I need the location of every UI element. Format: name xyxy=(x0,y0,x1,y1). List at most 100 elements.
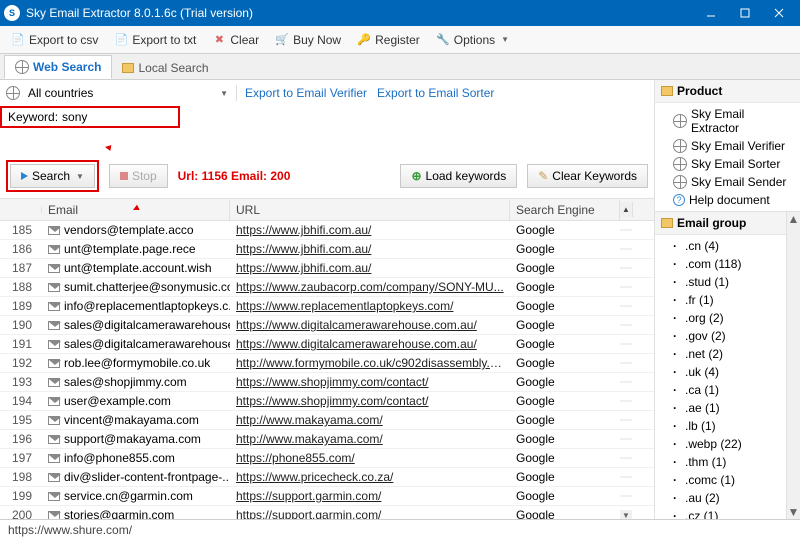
table-row[interactable]: 188 sumit.chatterjee@sonymusic.com https… xyxy=(0,278,654,297)
options-button[interactable]: 🔧Options▼ xyxy=(429,29,516,51)
table-row[interactable]: 187 unt@template.account.wish https://ww… xyxy=(0,259,654,278)
emailgroup-item[interactable]: .thm (1) xyxy=(655,453,786,471)
table-row[interactable]: 189 info@replacementlaptopkeys.c... http… xyxy=(0,297,654,316)
scrollbar-track[interactable] xyxy=(620,324,632,326)
tab-local-search[interactable]: Local Search xyxy=(112,57,218,79)
cell-url[interactable]: https://www.pricecheck.co.za/ xyxy=(230,469,510,485)
export-sorter-link[interactable]: Export to Email Sorter xyxy=(377,86,494,100)
cell-url[interactable]: http://www.makayama.com/ xyxy=(230,412,510,428)
scrollbar-track[interactable] xyxy=(620,400,632,402)
keyword-input[interactable] xyxy=(62,110,152,124)
cell-url[interactable]: https://www.jbhifi.com.au/ xyxy=(230,260,510,276)
emailgroup-item[interactable]: .lb (1) xyxy=(655,417,786,435)
scrollbar-track[interactable] xyxy=(620,229,632,231)
cell-url[interactable]: https://support.garmin.com/ xyxy=(230,507,510,519)
cell-email: sales@shopjimmy.com xyxy=(42,374,230,390)
product-item[interactable]: Sky Email Sender xyxy=(655,173,800,191)
table-row[interactable]: 197 info@phone855.com https://phone855.c… xyxy=(0,449,654,468)
emailgroup-item[interactable]: .uk (4) xyxy=(655,363,786,381)
product-item[interactable]: Sky Email Extractor xyxy=(655,105,800,137)
table-row[interactable]: 192 rob.lee@formymobile.co.uk http://www… xyxy=(0,354,654,373)
emailgroup-item[interactable]: .cz (1) xyxy=(655,507,786,519)
cell-url[interactable]: https://support.garmin.com/ xyxy=(230,488,510,504)
table-row[interactable]: 199 service.cn@garmin.com https://suppor… xyxy=(0,487,654,506)
scrollbar-track[interactable] xyxy=(620,362,632,364)
tab-web-search[interactable]: Web Search xyxy=(4,55,112,79)
right-scrollbar[interactable]: ▲▼ xyxy=(786,212,800,519)
search-button[interactable]: Search ▼ xyxy=(10,164,95,188)
envelope-icon xyxy=(48,435,60,444)
table-row[interactable]: 186 unt@template.page.rece https://www.j… xyxy=(0,240,654,259)
col-search-engine[interactable]: Search Engine xyxy=(510,200,620,220)
clear-keywords-button[interactable]: ✎ Clear Keywords xyxy=(527,164,648,188)
scrollbar-track[interactable] xyxy=(620,476,632,478)
cell-url[interactable]: https://www.jbhifi.com.au/ xyxy=(230,241,510,257)
table-row[interactable]: 196 support@makayama.com http://www.maka… xyxy=(0,430,654,449)
emailgroup-item[interactable]: .com (118) xyxy=(655,255,786,273)
scrollbar-track[interactable] xyxy=(620,457,632,459)
cell-url[interactable]: https://www.shopjimmy.com/contact/ xyxy=(230,374,510,390)
scrollbar-track[interactable] xyxy=(620,305,632,307)
cell-url[interactable]: https://www.digitalcamerawarehouse.com.a… xyxy=(230,336,510,352)
stop-button[interactable]: Stop xyxy=(109,164,168,188)
scrollbar-track[interactable] xyxy=(620,381,632,383)
scrollbar-track[interactable]: ▼ xyxy=(620,510,632,520)
table-row[interactable]: 195 vincent@makayama.com http://www.maka… xyxy=(0,411,654,430)
cell-search-engine: Google xyxy=(510,431,620,447)
clear-button[interactable]: ✖Clear xyxy=(205,29,266,51)
cell-url[interactable]: https://www.replacementlaptopkeys.com/ xyxy=(230,298,510,314)
envelope-icon xyxy=(48,397,60,406)
buy-now-label: Buy Now xyxy=(293,33,341,47)
table-row[interactable]: 198 div@slider-content-frontpage-... htt… xyxy=(0,468,654,487)
cell-url[interactable]: https://www.digitalcamerawarehouse.com.a… xyxy=(230,317,510,333)
col-url[interactable]: URL xyxy=(230,200,510,220)
emailgroup-item[interactable]: .ca (1) xyxy=(655,381,786,399)
table-row[interactable]: 200 stories@garmin.com https://support.g… xyxy=(0,506,654,519)
country-selector[interactable]: All countries ▼ xyxy=(28,86,228,100)
maximize-button[interactable] xyxy=(728,0,762,26)
cell-url[interactable]: http://www.makayama.com/ xyxy=(230,431,510,447)
scrollbar-track[interactable] xyxy=(620,343,632,345)
emailgroup-item[interactable]: .stud (1) xyxy=(655,273,786,291)
table-row[interactable]: 193 sales@shopjimmy.com https://www.shop… xyxy=(0,373,654,392)
cell-url[interactable]: https://www.shopjimmy.com/contact/ xyxy=(230,393,510,409)
table-row[interactable]: 185 vendors@template.acco https://www.jb… xyxy=(0,221,654,240)
export-verifier-link[interactable]: Export to Email Verifier xyxy=(245,86,367,100)
emailgroup-item[interactable]: .cn (4) xyxy=(655,237,786,255)
table-row[interactable]: 190 sales@digitalcamerawarehouse... http… xyxy=(0,316,654,335)
emailgroup-item[interactable]: .webp (22) xyxy=(655,435,786,453)
scrollbar-track[interactable] xyxy=(620,267,632,269)
export-csv-button[interactable]: 📄Export to csv xyxy=(4,29,105,51)
emailgroup-item[interactable]: .ae (1) xyxy=(655,399,786,417)
cell-url[interactable]: https://www.zaubacorp.com/company/SONY-M… xyxy=(230,279,510,295)
emailgroup-item[interactable]: .net (2) xyxy=(655,345,786,363)
load-keywords-button[interactable]: ⊕ Load keywords xyxy=(400,164,517,188)
emailgroup-item[interactable]: .gov (2) xyxy=(655,327,786,345)
emailgroup-item[interactable]: .comc (1) xyxy=(655,471,786,489)
cell-url[interactable]: http://www.formymobile.co.uk/c902disasse… xyxy=(230,355,510,371)
product-item[interactable]: Sky Email Sorter xyxy=(655,155,800,173)
scrollbar-track[interactable] xyxy=(620,248,632,250)
envelope-icon xyxy=(48,473,60,482)
scrollbar-track[interactable] xyxy=(620,419,632,421)
register-button[interactable]: 🔑Register xyxy=(350,29,427,51)
buy-now-button[interactable]: 🛒Buy Now xyxy=(268,29,348,51)
product-item[interactable]: Sky Email Verifier xyxy=(655,137,800,155)
scrollbar-track[interactable] xyxy=(620,438,632,440)
scroll-up-button[interactable]: ▲ xyxy=(620,202,633,217)
cell-url[interactable]: https://phone855.com/ xyxy=(230,450,510,466)
product-item[interactable]: ?Help document xyxy=(655,191,800,209)
emailgroup-item[interactable]: .au (2) xyxy=(655,489,786,507)
col-email[interactable]: Email xyxy=(42,200,230,220)
close-button[interactable] xyxy=(762,0,796,26)
emailgroup-item[interactable]: .org (2) xyxy=(655,309,786,327)
scrollbar-track[interactable] xyxy=(620,495,632,497)
minimize-button[interactable] xyxy=(694,0,728,26)
table-row[interactable]: 191 sales@digitalcamerawarehouse... http… xyxy=(0,335,654,354)
table-row[interactable]: 194 user@example.com https://www.shopjim… xyxy=(0,392,654,411)
emailgroup-item[interactable]: .fr (1) xyxy=(655,291,786,309)
export-txt-button[interactable]: 📄Export to txt xyxy=(107,29,203,51)
product-item-label: Sky Email Extractor xyxy=(691,107,794,135)
scrollbar-track[interactable] xyxy=(620,286,632,288)
cell-url[interactable]: https://www.jbhifi.com.au/ xyxy=(230,222,510,238)
